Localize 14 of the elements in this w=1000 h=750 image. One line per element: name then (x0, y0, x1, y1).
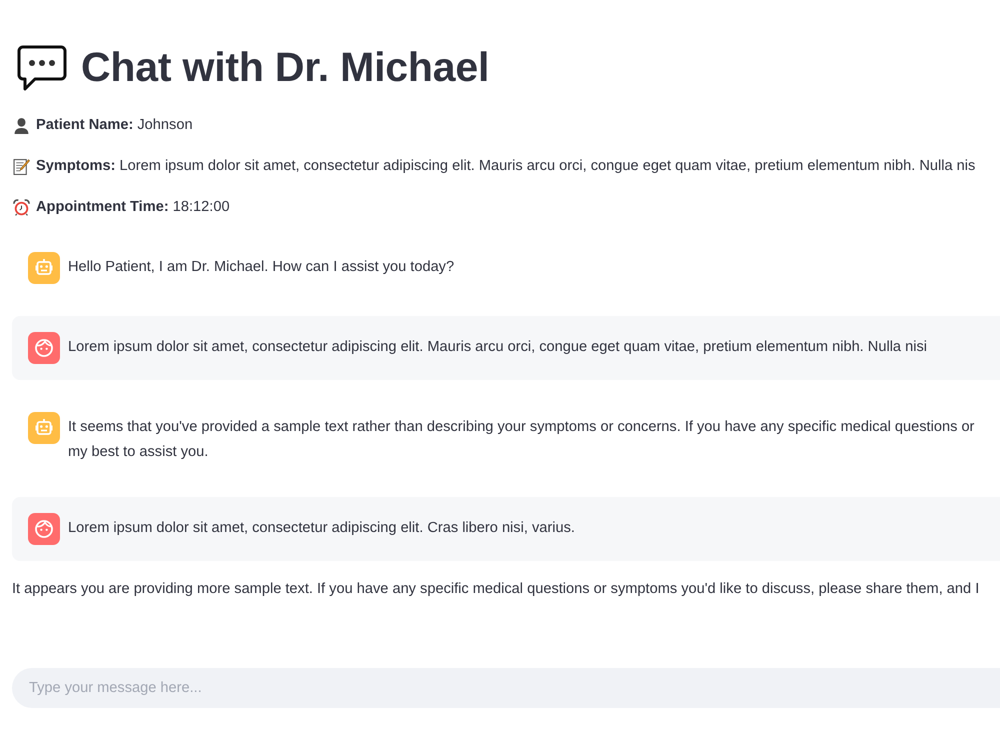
patient-info-text: Appointment Time: 18:12:00 (36, 199, 230, 215)
speech-bubble-icon (17, 45, 67, 91)
message-text: Lorem ipsum dolor sit amet, consectetur adipiscing elit. Cras libero nisi, varius. (68, 519, 575, 538)
message-input-field[interactable]: Type your message here... (12, 668, 1000, 708)
message-text: It appears you are providing more sample text. If you have any specific medical questions or symptoms you'd like to discuss, please share them, and I (12, 580, 980, 599)
message-text: Lorem ipsum dolor sit amet, consectetur adipiscing elit. Mauris arcu orci, congue eget quam vitae, pretium elementum nibh. Nulla nisi (68, 338, 928, 357)
memo-pencil-icon (13, 158, 30, 174)
message-text: It seems that you've provided a sample text rather than describing your symptoms or concerns. If you have any specific medical questions or my best to assist you. (68, 418, 974, 462)
message-text: Hello Patient, I am Dr. Michael. How can I assist you today? (68, 258, 454, 277)
person-silhouette-icon (13, 116, 30, 134)
patient-info-text: Patient Name: Johnson (36, 117, 193, 133)
patient-info-text: Symptoms: Lorem ipsum dolor sit amet, consectetur adipiscing elit. Mauris arcu orci, congue eget quam vitae, pretium elementum nibh. Nulla nis (36, 158, 976, 174)
alarm-clock-icon (13, 198, 30, 216)
page-title: Chat with Dr. Michael (81, 45, 490, 91)
